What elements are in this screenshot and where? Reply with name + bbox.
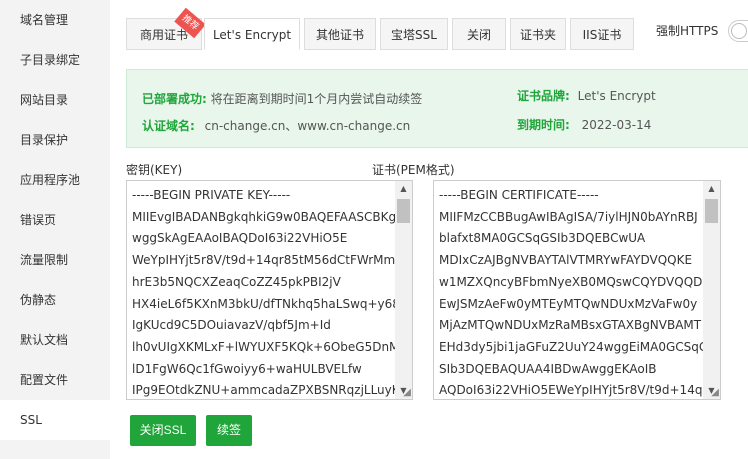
tab-lets-encrypt[interactable]: Let's Encrypt [204, 18, 300, 50]
tab-label: 关闭 [466, 28, 491, 42]
brand-label: 证书品牌: [517, 89, 570, 103]
deployed-text: 将在距离到期时间1个月内尝试自动续签 [210, 92, 423, 106]
cert-line: EHd3dy5jbi1jaGFuZ2UuY24wggEiMA0GCSqG [439, 339, 709, 354]
brand-value: Let's Encrypt [577, 89, 656, 103]
sidebar-item-default-doc[interactable]: 默认文档 [0, 320, 110, 360]
key-textarea[interactable]: -----BEGIN PRIVATE KEY----- MIIEvgIBADAN… [126, 180, 413, 400]
cert-line: MjAzMTQwNDUxMzRaMBsxGTAXBgNVBAMT [439, 318, 702, 333]
scroll-up-icon[interactable]: ▲ [703, 181, 720, 197]
force-https-toggle[interactable] [728, 20, 748, 42]
expiry-row: 到期时间: 2022-03-14 [517, 117, 651, 133]
key-line: WeYpIHYjt5r8V/t9d+14qr85tM56dCtFWrMm [132, 253, 396, 268]
tab-label: Let's Encrypt [212, 28, 292, 42]
force-https-label: 强制HTTPS [656, 24, 719, 38]
cert-line: MIIFMzCCBBugAwIBAgISA/7iylHJN0bAYnRBJ [439, 209, 698, 224]
tab-commercial-cert[interactable]: 商用证书 推荐 [126, 7, 206, 50]
tab-close[interactable]: 关闭 [452, 18, 506, 50]
cert-label: 证书(PEM格式) [372, 163, 455, 177]
domain-value: cn-change.cn、www.cn-change.cn [204, 119, 411, 133]
key-line: HX4ieL6f5KXnM3bkU/dfTNkhq5haLSwq+y68 [132, 296, 400, 311]
cert-textarea[interactable]: -----BEGIN CERTIFICATE----- MIIFMzCCBBug… [433, 180, 721, 400]
sidebar-item-domain[interactable]: 域名管理 [0, 0, 110, 40]
domain-label: 认证域名: [142, 119, 195, 133]
key-line: wggSkAgEAAoIBAQDoI63i22VHiO5E [132, 231, 348, 246]
tab-label: 证书夹 [519, 28, 556, 42]
key-scrollbar[interactable]: ▲ ▼ [395, 181, 412, 399]
toggle-knob [731, 23, 747, 39]
sidebar-item-site-dir[interactable]: 网站目录 [0, 80, 110, 120]
tab-label: 宝塔SSL [391, 28, 437, 42]
sidebar: 域名管理 子目录绑定 网站目录 目录保护 应用程序池 错误页 流量限制 伪静态 … [0, 0, 110, 459]
cert-line: MDIxCzAJBgNVBAYTAlVTMRYwFAYDVQQKE [439, 253, 693, 268]
sidebar-item-ssl[interactable]: SSL [0, 400, 110, 440]
cert-line: -----BEGIN CERTIFICATE----- [439, 188, 599, 202]
cert-content: -----BEGIN CERTIFICATE----- MIIFMzCCBBug… [434, 181, 720, 399]
brand-row: 证书品牌: Let's Encrypt [517, 88, 656, 104]
renew-button[interactable]: 续签 [206, 415, 252, 446]
deployed-row: 已部署成功: 将在距离到期时间1个月内尝试自动续签 [142, 91, 422, 107]
resize-handle-icon[interactable]: ◢ [403, 388, 411, 398]
key-line: IgKUcd9C5DOuiavazV/qbf5Jm+Id [132, 318, 331, 333]
cert-line: AQDoI63i22VHiO5EWeYpIHYjt5r8V/t9d+14qr [439, 383, 708, 398]
cert-info-panel: 已部署成功: 将在距离到期时间1个月内尝试自动续签 认证域名: cn-chang… [126, 69, 748, 148]
key-content: -----BEGIN PRIVATE KEY----- MIIEvgIBADAN… [127, 181, 412, 399]
sidebar-item-error-page[interactable]: 错误页 [0, 200, 110, 240]
tab-iis-cert[interactable]: IIS证书 [570, 18, 634, 50]
cert-line: blafxt8MA0GCSqGSIb3DQEBCwUA [439, 231, 646, 246]
cert-line: SIb3DQEBAQUAA4IBDwAwggEKAoIB [439, 361, 657, 376]
tab-other-cert[interactable]: 其他证书 [304, 18, 376, 50]
sidebar-item-subdir-binding[interactable]: 子目录绑定 [0, 40, 110, 80]
tab-label: 其他证书 [315, 28, 364, 42]
deployed-label: 已部署成功: [142, 92, 207, 106]
sidebar-item-traffic-limit[interactable]: 流量限制 [0, 240, 110, 280]
key-line: -----BEGIN PRIVATE KEY----- [132, 188, 291, 202]
tab-cert-folder[interactable]: 证书夹 [510, 18, 566, 50]
key-line: MIIEvgIBADANBgkqhkiG9w0BAQEFAASCBKg [132, 209, 397, 224]
tab-label: 商用证书 [139, 28, 188, 42]
key-line: IPg9EOtdkZNU+ammcadaZPXBSNRqzjLLuyK [132, 383, 400, 398]
domain-row: 认证域名: cn-change.cn、www.cn-change.cn [142, 118, 410, 134]
scroll-thumb[interactable] [705, 199, 718, 223]
sidebar-item-dir-protect[interactable]: 目录保护 [0, 120, 110, 160]
key-line: hrE3b5NQCXZeaqCoZZ45pkPBI2jV [132, 274, 341, 289]
tab-label: IIS证书 [582, 28, 622, 42]
cert-scrollbar[interactable]: ▲ ▼ [703, 181, 720, 399]
key-line: lD1FgW6Qc1fGwoiyy6+waHULBVELfw [132, 361, 362, 376]
expiry-label: 到期时间: [517, 118, 570, 132]
tab-bt-ssl[interactable]: 宝塔SSL [380, 18, 448, 50]
resize-handle-icon[interactable]: ◢ [711, 388, 719, 398]
cert-line: EwJSMzAeFw0yMTEyMTQwNDUxMzVaFw0y [439, 296, 698, 311]
ssl-tabs: 商用证书 推荐 Let's Encrypt 其他证书 宝塔SSL 关闭 证书夹 … [126, 7, 748, 50]
key-line: lh0vUIgXKMLxF+lWYUXF5KQk+6ObeG5DnM [132, 339, 400, 354]
sidebar-item-app-pool[interactable]: 应用程序池 [0, 160, 110, 200]
key-label: 密钥(KEY) [126, 163, 183, 177]
scroll-thumb[interactable] [397, 199, 410, 223]
cert-line: w1MZXQncyBFbmNyeXB0MQswCQYDVQQD [439, 274, 703, 289]
sidebar-item-rewrite[interactable]: 伪静态 [0, 280, 110, 320]
expiry-value: 2022-03-14 [581, 118, 652, 132]
scroll-up-icon[interactable]: ▲ [395, 181, 412, 197]
sidebar-item-config-file[interactable]: 配置文件 [0, 360, 110, 400]
close-ssl-button[interactable]: 关闭SSL [130, 415, 196, 446]
